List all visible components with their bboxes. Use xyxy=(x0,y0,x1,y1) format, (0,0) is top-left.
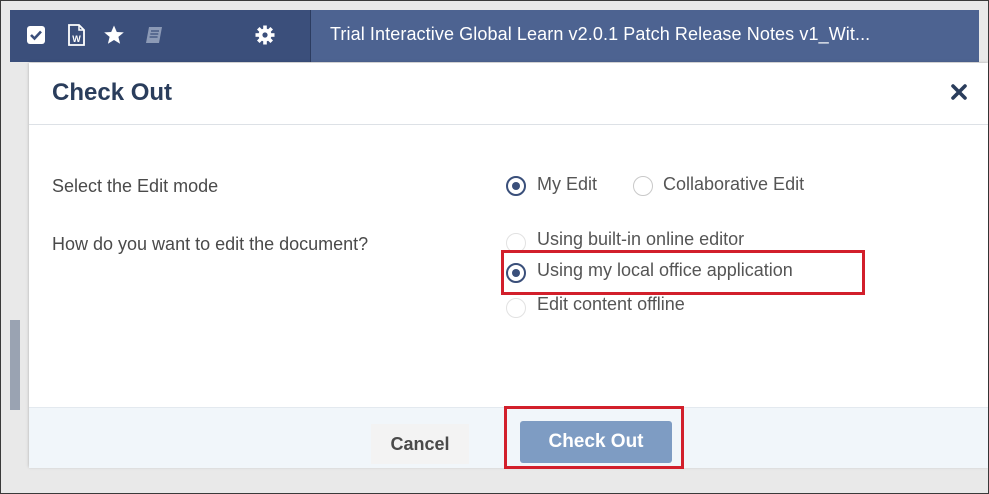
background-page-edge xyxy=(10,320,20,410)
collaborative-edit-label[interactable]: Collaborative Edit xyxy=(663,174,804,195)
star-icon[interactable] xyxy=(103,24,125,46)
radio-edit-offline[interactable] xyxy=(506,298,526,318)
cancel-button[interactable]: Cancel xyxy=(371,424,469,464)
checkbox-icon[interactable] xyxy=(25,24,47,46)
radio-collaborative-edit[interactable] xyxy=(633,176,653,196)
close-icon[interactable] xyxy=(948,81,970,103)
my-edit-label[interactable]: My Edit xyxy=(537,174,597,195)
toolbar-divider xyxy=(310,10,311,62)
dialog-header: Check Out xyxy=(29,63,988,125)
book-icon[interactable] xyxy=(143,24,165,46)
edit-offline-label[interactable]: Edit content offline xyxy=(537,294,685,315)
check-out-dialog: Check Out Select the Edit mode My Edit C… xyxy=(29,63,988,469)
gear-icon[interactable] xyxy=(254,24,276,46)
edit-method-label: How do you want to edit the document? xyxy=(52,234,369,254)
edit-mode-label: Select the Edit mode xyxy=(52,176,219,196)
built-in-editor-label[interactable]: Using built-in online editor xyxy=(537,229,744,250)
dialog-title: Check Out xyxy=(52,79,173,106)
highlight-check-out-button xyxy=(504,406,684,469)
radio-my-edit[interactable] xyxy=(506,176,526,196)
document-title: Trial Interactive Global Learn v2.0.1 Pa… xyxy=(330,24,871,44)
word-document-icon[interactable]: W xyxy=(65,24,87,46)
highlight-local-office-option xyxy=(501,250,865,295)
document-toolbar: W Trial Interactive Global Learn v2.0.1 … xyxy=(10,10,979,62)
svg-text:W: W xyxy=(72,34,81,44)
